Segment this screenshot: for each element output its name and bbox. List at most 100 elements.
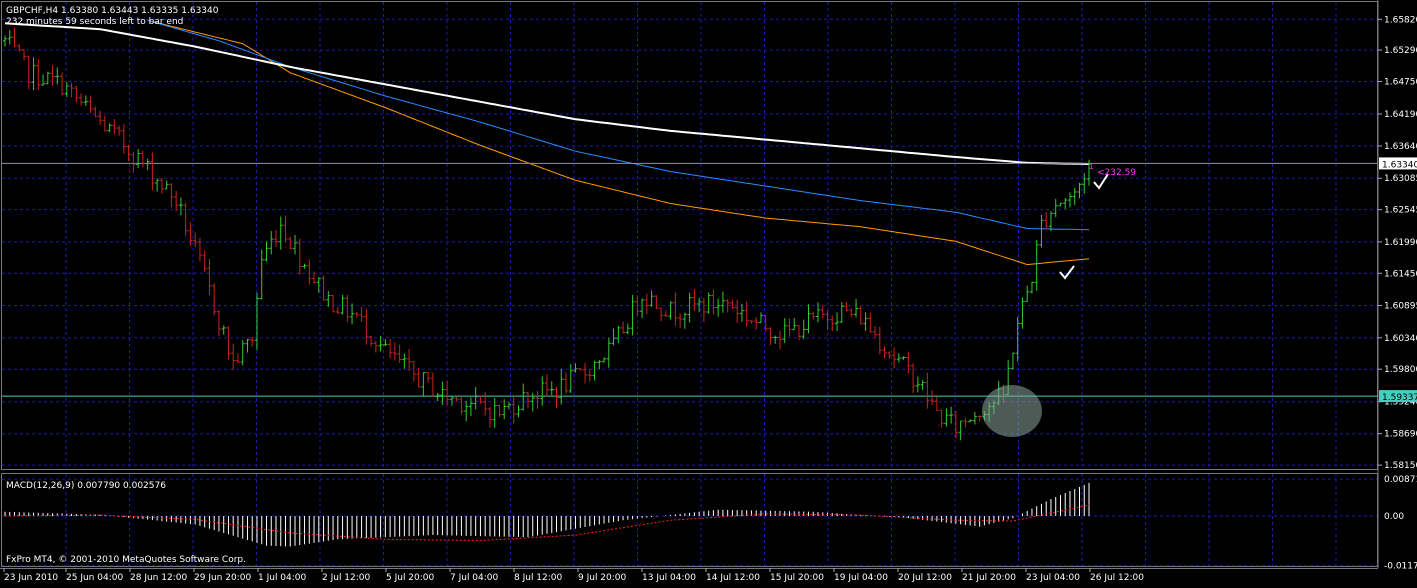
- bear-bar: [777, 330, 782, 350]
- bear-bar: [925, 372, 930, 409]
- bear-bar: [392, 342, 397, 361]
- bull-bar: [240, 340, 245, 366]
- bear-bar: [88, 95, 93, 114]
- bull-bar: [473, 386, 478, 410]
- bear-bar: [621, 321, 626, 334]
- x-tick-label: 2 Jul 12:00: [322, 573, 371, 583]
- bear-bar: [69, 82, 74, 98]
- bear-bar: [159, 178, 164, 194]
- macd-tick-label: -0.01172: [1384, 562, 1417, 572]
- bull-bar: [901, 356, 906, 360]
- bull-bar: [492, 397, 497, 428]
- y-tick-label: 1.58690: [1384, 430, 1417, 440]
- bear-bar: [117, 125, 122, 136]
- chart-window[interactable]: 1.65820 1.65290 1.64750 1.64190 1.63640 1.630…: [0, 0, 1417, 584]
- x-tick-label: 29 Jun 20:00: [194, 573, 251, 583]
- bear-bar: [388, 339, 393, 359]
- bull-bar: [801, 319, 806, 340]
- x-tick-label: 23 Jul 04:00: [1026, 573, 1080, 583]
- y-tick-label: 1.61990: [1384, 238, 1417, 248]
- bear-bar: [373, 340, 378, 353]
- bull-bar: [164, 180, 169, 190]
- bear-bar: [98, 110, 103, 126]
- bull-bar: [1072, 187, 1077, 206]
- bull-bar: [806, 304, 811, 334]
- bull-bar: [1020, 297, 1025, 329]
- bear-bar: [825, 310, 830, 331]
- bear-bar: [407, 348, 412, 371]
- bear-bar: [659, 307, 664, 322]
- bull-bar: [1015, 316, 1020, 362]
- bear-bar: [678, 313, 683, 328]
- bear-bar: [335, 306, 340, 314]
- bear-bar: [811, 311, 816, 320]
- x-tick-label: 1 Jul 04:00: [258, 573, 307, 583]
- bear-bar: [849, 308, 854, 318]
- bull-bar: [136, 149, 141, 169]
- bear-bar: [307, 259, 312, 285]
- bear-bar: [22, 49, 27, 61]
- bear-bar: [858, 306, 863, 325]
- bear-bar: [868, 312, 873, 333]
- current-price-label: 1.63340: [1382, 160, 1417, 170]
- bull-bar: [293, 234, 298, 255]
- chart-canvas[interactable]: 1.65820 1.65290 1.64750 1.64190 1.63640 1.630…: [0, 0, 1417, 584]
- bull-bar: [716, 298, 721, 317]
- bull-bar: [178, 197, 183, 216]
- bull-bar: [340, 294, 345, 315]
- bear-bar: [564, 372, 569, 394]
- bear-bar: [930, 390, 935, 406]
- bull-bar: [464, 401, 469, 422]
- symbol-info: GBPCHF,H4 1.63380 1.63443 1.63335 1.6334…: [6, 6, 219, 16]
- x-tick-label: 9 Jul 20:00: [578, 573, 627, 583]
- bull-bar: [64, 81, 69, 97]
- x-tick-label: 23 Jun 2010: [4, 573, 58, 583]
- bull-bar: [592, 360, 597, 381]
- bull-bar: [606, 337, 611, 368]
- bear-bar: [397, 344, 402, 363]
- x-tick-label: 14 Jul 12:00: [706, 573, 760, 583]
- bear-bar: [730, 299, 735, 310]
- bull-bar: [1048, 211, 1053, 232]
- x-tick-label: 8 Jul 12:00: [514, 573, 563, 583]
- bull-bar: [449, 396, 454, 406]
- bull-bar: [221, 325, 226, 335]
- bear-bar: [131, 151, 136, 173]
- bull-bar: [597, 359, 602, 370]
- bull-bar: [326, 290, 331, 307]
- bear-bar: [17, 43, 22, 52]
- bear-bar: [364, 309, 369, 345]
- y-tick-label: 1.65820: [1384, 15, 1417, 25]
- bear-bar: [79, 93, 84, 106]
- bull-bar: [972, 412, 977, 425]
- grid: [2, 2, 1377, 567]
- macd-frame: [1, 473, 1378, 567]
- bull-bar: [649, 290, 654, 307]
- bull-bar: [568, 364, 573, 393]
- bear-bar: [297, 238, 302, 275]
- bear-bar: [36, 59, 41, 91]
- bear-bar: [50, 65, 55, 86]
- bear-bar: [60, 72, 65, 96]
- bear-bar: [411, 361, 416, 382]
- main-chart-frame: [1, 1, 1378, 470]
- bear-bar: [487, 406, 492, 428]
- highlight-ellipse: [982, 385, 1042, 437]
- bear-bar: [873, 326, 878, 339]
- bear-bar: [906, 351, 911, 373]
- bear-bar: [701, 297, 706, 323]
- bull-bar: [896, 353, 901, 363]
- bear-bar: [354, 312, 359, 318]
- macd-tick-label: 0.00871: [1384, 475, 1417, 485]
- bull-bar: [958, 420, 963, 441]
- bull-bar: [687, 292, 692, 323]
- bear-bar: [545, 374, 549, 397]
- bull-bar: [602, 357, 607, 363]
- bull-bar: [259, 249, 264, 300]
- bear-bar: [830, 315, 835, 332]
- bull-bar: [155, 178, 160, 192]
- bull-bar: [968, 419, 973, 423]
- bear-bar: [787, 318, 792, 337]
- bull-bar: [915, 376, 920, 393]
- bear-bar: [535, 390, 540, 409]
